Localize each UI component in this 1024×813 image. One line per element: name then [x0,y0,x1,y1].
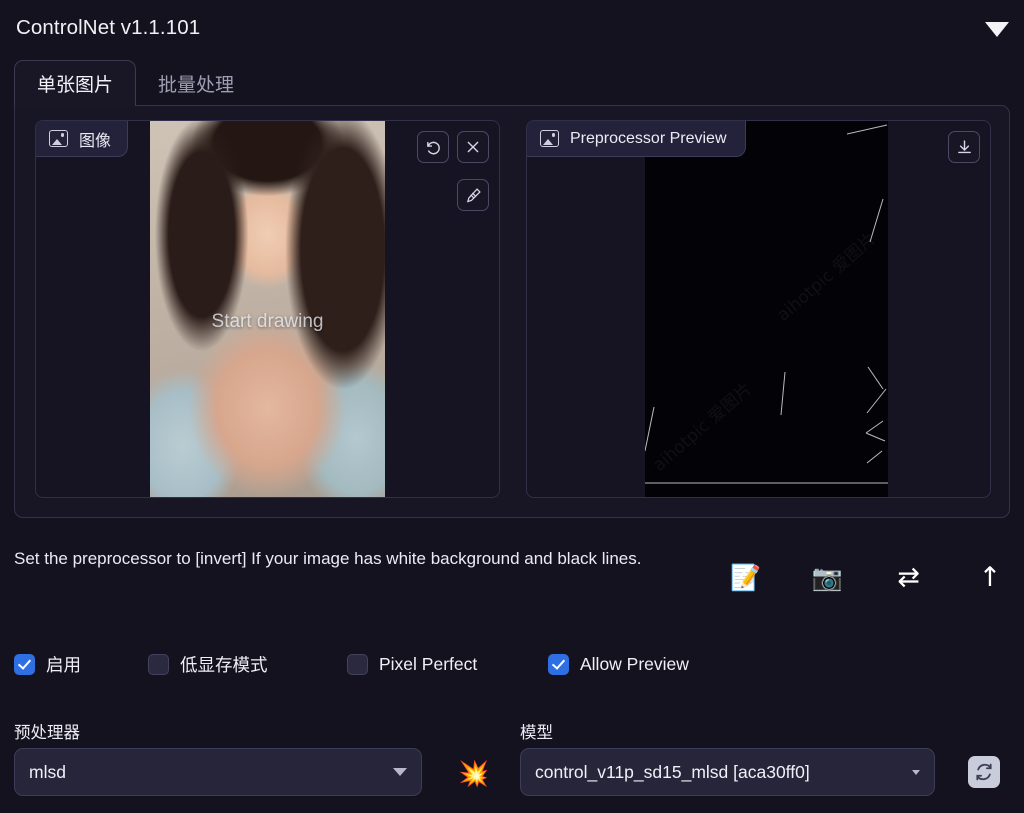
download-button[interactable] [948,131,980,163]
picture-icon [49,130,68,147]
options-row: 启用 低显存模式 Pixel Perfect Allow Preview [14,648,1010,680]
quick-action-bar: 📝 📷 ⇄ ↑ [726,558,1010,596]
source-image-tag-label: 图像 [79,132,112,150]
checkbox-allow-preview-box[interactable] [548,653,569,675]
image-panes-container: 图像 Start drawing Preprocessor Preview [35,120,991,498]
checkbox-allow-preview-label: Allow Preview [580,653,689,674]
open-new-canvas-button[interactable]: 📝 [726,559,766,595]
camera-capture-button[interactable]: 📷 [807,559,847,595]
download-icon [957,139,971,153]
checkbox-enable[interactable]: 启用 [14,648,81,680]
pen-icon [466,187,481,202]
source-image-content [150,121,385,497]
clear-button[interactable] [457,131,489,163]
preprocessor-select[interactable]: mlsd [14,748,422,796]
undo-icon [426,141,440,154]
chevron-down-icon [912,769,920,775]
undo-button[interactable] [417,131,449,163]
checkbox-low-vram-label: 低显存模式 [180,654,268,675]
swap-images-button[interactable]: ⇄ [889,559,929,595]
refresh-icon [976,763,992,781]
preprocessor-hint-text: Set the preprocessor to [invert] If your… [14,549,642,568]
tab-batch-process[interactable]: 批量处理 [136,60,256,106]
chevron-down-icon [393,768,407,776]
run-preprocessor-button[interactable]: 💥 [456,755,492,791]
picture-icon [540,130,559,147]
close-icon [467,141,479,153]
preprocessor-preview-canvas[interactable]: aihotpic 爱图片 aihotpic 爱图片 [645,121,888,497]
model-label: 模型 [520,724,553,742]
tab-single-image-label: 单张图片 [37,75,114,96]
collapse-panel-toggle[interactable] [984,16,1010,42]
mlsd-line-output [645,121,888,497]
checkbox-pixel-perfect[interactable]: Pixel Perfect [347,648,477,680]
checkbox-allow-preview[interactable]: Allow Preview [548,648,689,680]
checkbox-enable-box[interactable] [14,653,35,675]
preprocessor-label: 预处理器 [14,724,80,742]
draw-button[interactable] [457,179,489,211]
preprocessor-preview-pane[interactable]: Preprocessor Preview [526,120,991,498]
title-bar: ControlNet v1.1.101 [0,0,1024,56]
preprocessor-preview-tag-label: Preprocessor Preview [570,129,727,147]
single-image-panel: 图像 Start drawing Preprocessor Preview [14,105,1010,518]
checkbox-pixel-perfect-label: Pixel Perfect [379,653,478,674]
tab-bar: 单张图片 批量处理 [14,60,1010,107]
preprocessor-select-value: mlsd [29,761,66,782]
refresh-models-button[interactable] [968,756,1000,788]
checkbox-pixel-perfect-box[interactable] [347,653,368,675]
source-image-tag: 图像 [36,121,129,157]
triangle-down-icon [985,21,1009,37]
checkbox-low-vram[interactable]: 低显存模式 [148,648,268,680]
checkbox-enable-label: 启用 [46,654,81,675]
source-image-pane[interactable]: 图像 Start drawing [35,120,500,498]
send-to-button[interactable]: ↑ [970,559,1010,595]
checkbox-low-vram-box[interactable] [148,653,169,675]
source-image-canvas[interactable]: Start drawing [150,121,385,497]
page-title: ControlNet v1.1.101 [16,16,201,39]
model-select-value: control_v11p_sd15_mlsd [aca30ff0] [535,761,810,782]
tab-single-image[interactable]: 单张图片 [14,60,137,107]
tab-batch-process-label: 批量处理 [158,74,235,96]
model-select[interactable]: control_v11p_sd15_mlsd [aca30ff0] [520,748,935,796]
preprocessor-preview-tag: Preprocessor Preview [527,121,746,157]
